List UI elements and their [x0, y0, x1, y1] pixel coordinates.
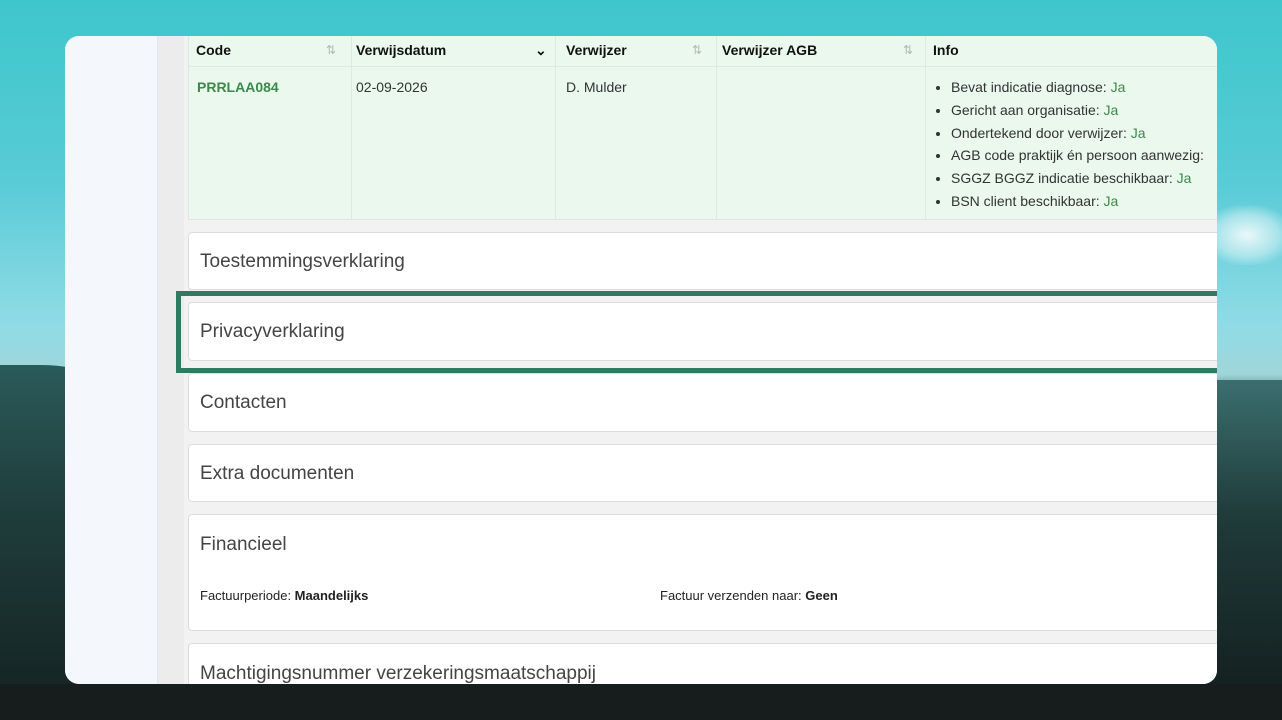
sort-icon[interactable]: ⇅ [903, 43, 913, 57]
section-title: Extra documenten [200, 463, 355, 484]
column-header-label: Verwijzer [566, 42, 627, 58]
section-title: Toestemmingsverklaring [200, 251, 405, 272]
info-item: SGGZ BGGZ indicatie beschikbaar: Ja [951, 167, 1217, 190]
column-header-referrer[interactable]: Verwijzer [566, 36, 627, 66]
app-window: Code ⇅ Verwijsdatum ⌄ Verwijzer ⇅ Verwij… [65, 36, 1217, 684]
section-authorization-number[interactable]: Machtigingsnummer verzekeringsmaatschapp… [188, 643, 1217, 684]
info-item: Bevat indicatie diagnose: Ja [951, 76, 1217, 99]
background-ground [0, 684, 1282, 720]
section-contacts[interactable]: Contacten [188, 373, 1217, 432]
sort-icon[interactable]: ⇅ [692, 43, 702, 57]
column-header-code[interactable]: Code [196, 36, 231, 66]
background-hills-right [1212, 380, 1282, 720]
column-divider [351, 36, 352, 219]
sidebar [65, 36, 158, 684]
section-financial[interactable]: Financieel Factuurperiode: Maandelijks F… [188, 514, 1217, 631]
sort-icon[interactable]: ⇅ [326, 43, 336, 57]
referral-date-cell: 02-09-2026 [356, 79, 428, 95]
info-item: AGB code praktijk én persoon aanwezig: [951, 144, 1217, 167]
column-header-referrer-agb[interactable]: Verwijzer AGB [722, 36, 817, 66]
referral-code-link[interactable]: PRRLAA084 [197, 79, 279, 95]
column-header-date[interactable]: Verwijsdatum [356, 36, 446, 66]
column-header-label: Verwijzer AGB [722, 42, 818, 58]
referral-info-list: Bevat indicatie diagnose: Ja Gericht aan… [933, 76, 1217, 213]
main-content: Code ⇅ Verwijsdatum ⌄ Verwijzer ⇅ Verwij… [176, 36, 1217, 684]
referral-table: Code ⇅ Verwijsdatum ⌄ Verwijzer ⇅ Verwij… [188, 36, 1217, 220]
section-title: Machtigingsnummer verzekeringsmaatschapp… [200, 663, 597, 684]
section-title: Contacten [200, 392, 287, 413]
column-divider [925, 36, 926, 219]
section-title: Financieel [200, 534, 287, 555]
section-consent[interactable]: Toestemmingsverklaring [188, 232, 1217, 290]
highlight-frame [176, 291, 1217, 373]
referral-code-cell: PRRLAA084 [197, 79, 279, 95]
chevron-down-icon[interactable]: ⌄ [535, 39, 547, 61]
referrer-cell: D. Mulder [566, 79, 627, 95]
column-header-label: Verwijsdatum [356, 42, 447, 58]
column-header-label: Info [933, 42, 959, 58]
column-header-info: Info [933, 36, 959, 66]
info-item: Gericht aan organisatie: Ja [951, 99, 1217, 122]
invoice-period: Factuurperiode: Maandelijks [200, 588, 369, 603]
invoice-recipient: Factuur verzenden naar: Geen [660, 588, 838, 603]
column-header-label: Code [196, 42, 231, 58]
info-item: Ondertekend door verwijzer: Ja [951, 122, 1217, 145]
info-item: BSN client beschikbaar: Ja [951, 190, 1217, 213]
column-divider [555, 36, 556, 219]
column-divider [716, 36, 717, 219]
section-extra-documents[interactable]: Extra documenten [188, 444, 1217, 502]
header-divider [189, 66, 1217, 67]
